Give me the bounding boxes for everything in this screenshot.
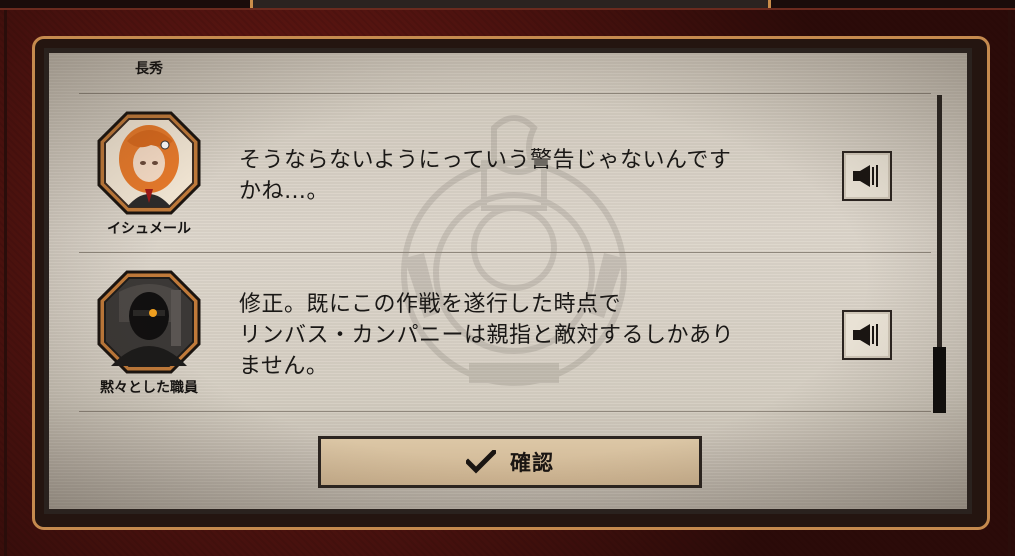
speaker-name: 長秀: [135, 61, 163, 77]
speaker-icon: [853, 165, 878, 187]
speaker-name: 黙々とした職員: [100, 380, 198, 396]
row-divider: [79, 411, 931, 412]
dialogue-text: 修正。既にこの作戦を遂行した時点で リンバス・カンパニーは親指と敵対するしかあり…: [239, 292, 735, 379]
row-divider: [79, 252, 931, 253]
ishmael-portrait-icon: [97, 111, 201, 215]
speaker-name: イシュメール: [107, 221, 191, 237]
checkmark-icon: [466, 450, 496, 474]
scrollbar-thumb[interactable]: [933, 347, 946, 413]
dialogue-text: そうならないようにっていう警告じゃないんです かね…。: [239, 148, 732, 204]
speaker-icon: [853, 324, 878, 346]
voice-playback-button[interactable]: [842, 151, 892, 201]
staff-portrait-icon: [97, 270, 201, 374]
confirm-button[interactable]: 確認: [318, 436, 702, 488]
dialog-log-panel: 長秀 イシュメール そうならないようにっていう警告じゃないんです かね…。 黙々…: [44, 48, 972, 514]
row-divider: [79, 93, 931, 94]
top-frame-bar: [250, 0, 771, 8]
voice-playback-button[interactable]: [842, 310, 892, 360]
confirm-label: 確認: [510, 451, 554, 475]
